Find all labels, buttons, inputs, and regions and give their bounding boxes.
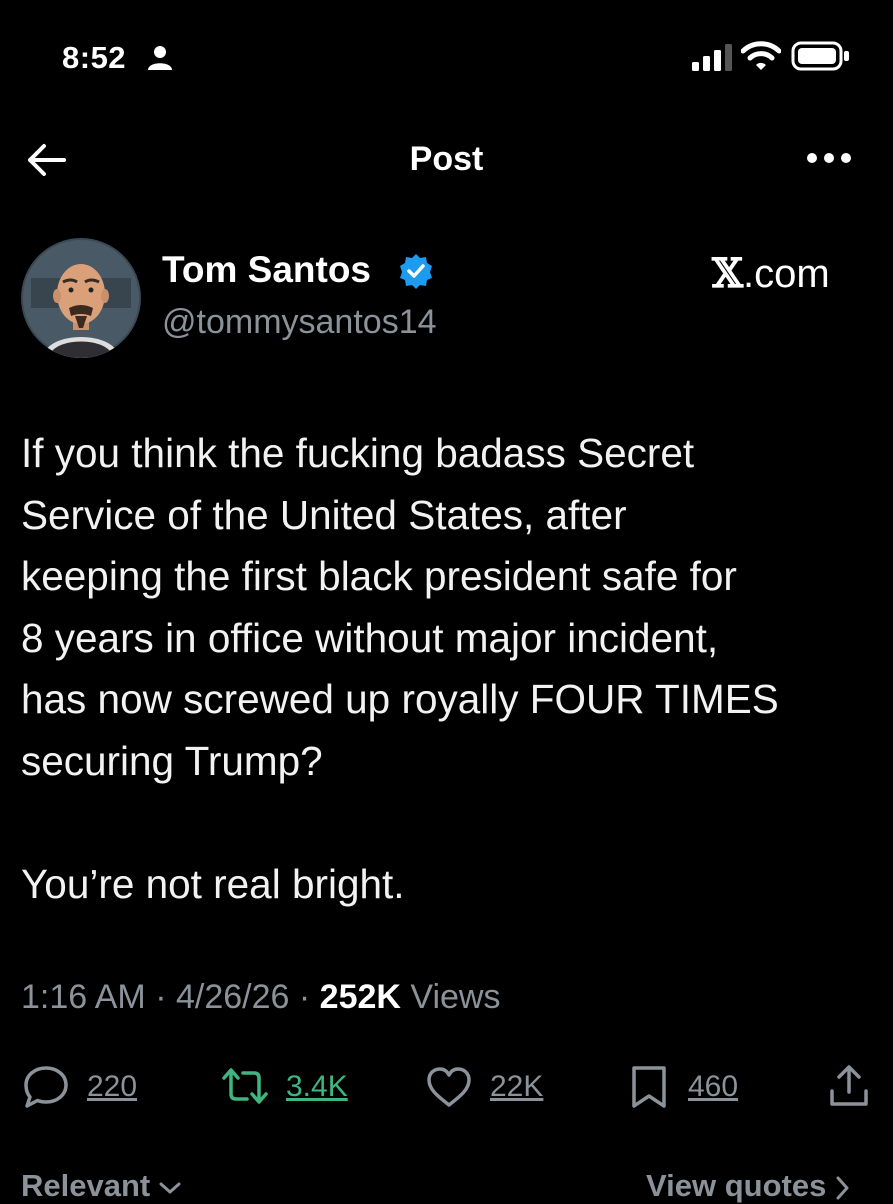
person-icon bbox=[148, 46, 172, 70]
more-options-icon[interactable] bbox=[806, 146, 852, 170]
bookmark-icon bbox=[632, 1066, 666, 1108]
post-time: 1:16 AM bbox=[21, 978, 146, 1016]
post-meta: 1:16 AM · 4/26/26 · 252K Views bbox=[21, 978, 501, 1017]
repost-button[interactable]: 3.4K bbox=[220, 1062, 348, 1112]
post-line: securing Trump? bbox=[21, 737, 323, 784]
view-quotes-label: View quotes bbox=[646, 1168, 827, 1203]
brand-watermark: 𝕏.com bbox=[712, 250, 830, 297]
post-line: 8 years in office without major incident… bbox=[21, 614, 719, 661]
repost-icon bbox=[222, 1068, 268, 1104]
post-body: If you think the fucking badass Secret S… bbox=[21, 423, 881, 915]
bookmark-button[interactable]: 460 bbox=[626, 1062, 738, 1112]
reply-button[interactable]: 220 bbox=[21, 1062, 137, 1112]
brand-suffix: .com bbox=[743, 252, 830, 296]
wifi-icon bbox=[741, 41, 781, 70]
meta-separator: · bbox=[298, 978, 311, 1016]
share-button[interactable] bbox=[826, 1062, 872, 1112]
battery-icon bbox=[791, 41, 849, 71]
chevron-right-icon bbox=[836, 1176, 849, 1200]
reply-count[interactable]: 220 bbox=[87, 1070, 137, 1104]
view-quotes-link[interactable]: View quotes bbox=[646, 1168, 849, 1204]
like-button[interactable]: 22K bbox=[424, 1062, 543, 1112]
chevron-down-icon bbox=[159, 1182, 181, 1194]
post-line: Service of the United States, after bbox=[21, 491, 627, 538]
author-handle[interactable]: @tommysantos14 bbox=[162, 303, 437, 342]
sort-label: Relevant bbox=[21, 1168, 151, 1203]
author-display-name[interactable]: Tom Santos bbox=[162, 249, 371, 291]
post-date: 4/26/26 bbox=[175, 978, 290, 1016]
x-logo-icon: 𝕏 bbox=[712, 250, 744, 297]
repost-count[interactable]: 3.4K bbox=[286, 1070, 348, 1104]
post-line: has now screwed up royally FOUR TIMES bbox=[21, 676, 779, 722]
avatar[interactable] bbox=[21, 238, 141, 358]
post-line: If you think the fucking badass Secret bbox=[21, 430, 695, 476]
meta-separator: · bbox=[155, 978, 167, 1016]
heart-icon bbox=[427, 1067, 471, 1107]
page-title: Post bbox=[409, 140, 484, 178]
verified-badge-icon bbox=[400, 254, 432, 289]
post-line: You’re not real bright. bbox=[21, 860, 405, 907]
cellular-signal-icon bbox=[692, 44, 732, 71]
reply-icon bbox=[24, 1066, 68, 1108]
views-label: Views bbox=[410, 978, 501, 1016]
views-count[interactable]: 252K bbox=[320, 978, 401, 1016]
like-count[interactable]: 22K bbox=[490, 1070, 543, 1104]
share-icon bbox=[830, 1065, 868, 1106]
sort-replies-dropdown[interactable]: Relevant bbox=[21, 1168, 181, 1204]
bookmark-count[interactable]: 460 bbox=[688, 1070, 738, 1104]
avatar-image bbox=[21, 238, 141, 358]
post-line: keeping the first black president safe f… bbox=[21, 553, 737, 599]
status-time: 8:52 bbox=[62, 40, 127, 75]
